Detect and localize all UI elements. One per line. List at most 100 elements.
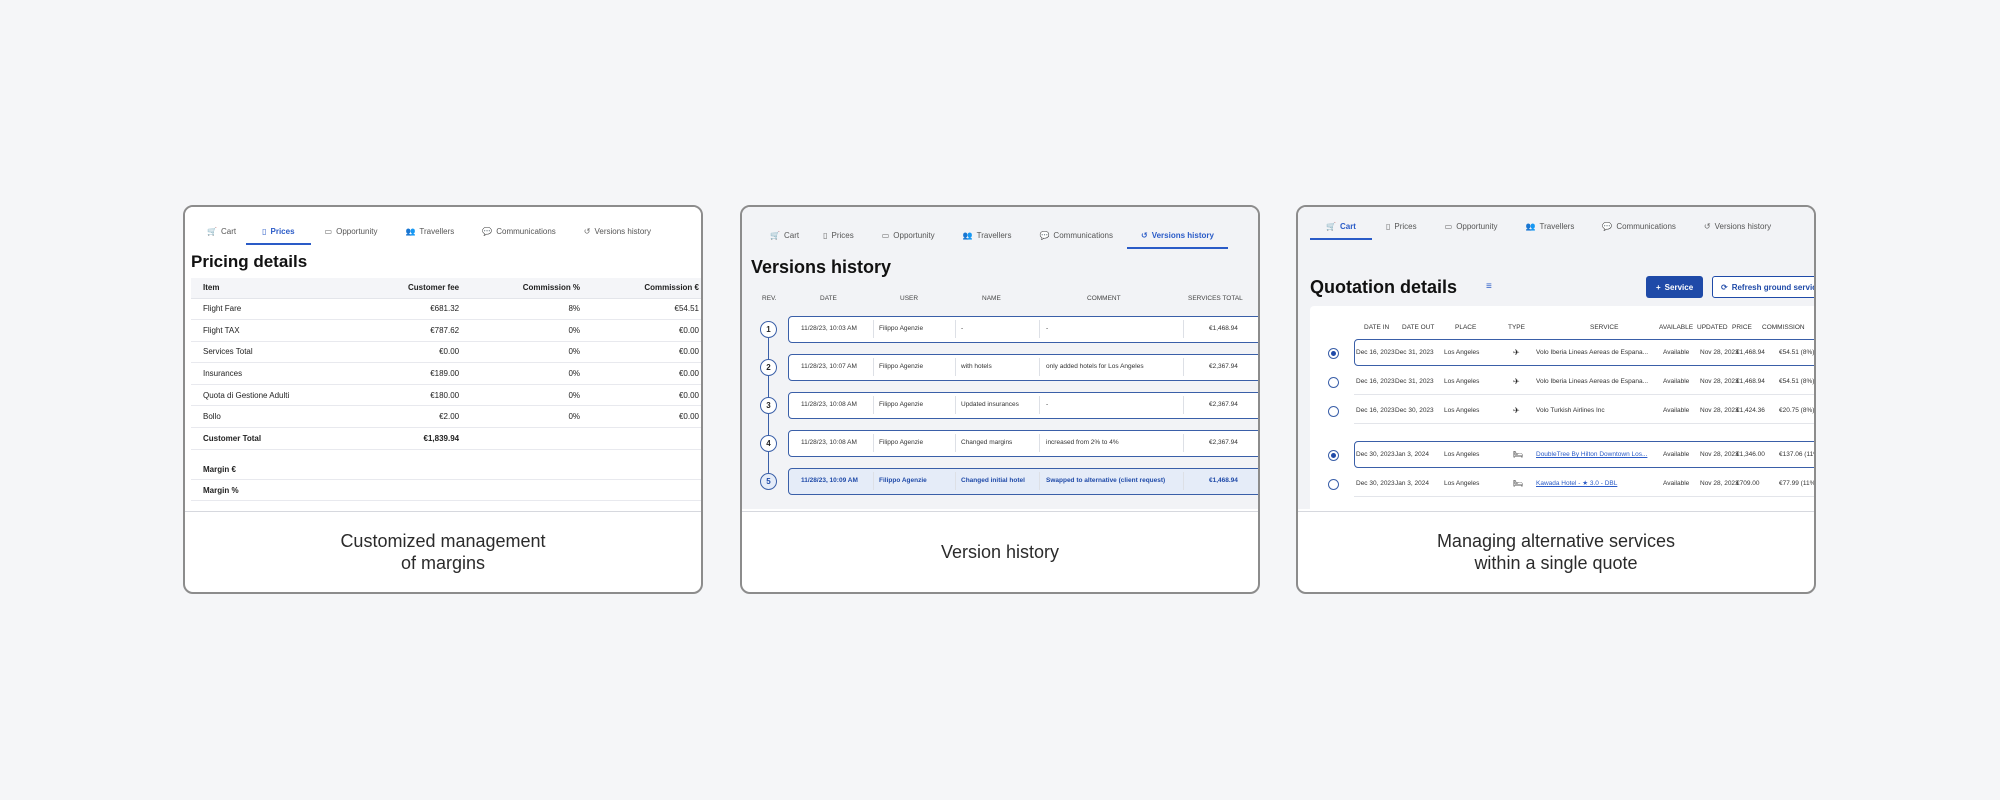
- service-radio[interactable]: [1328, 377, 1339, 388]
- tab-travellers[interactable]: 👥 Travellers: [391, 217, 468, 245]
- column-divider: [1039, 396, 1040, 414]
- service-radio[interactable]: [1328, 406, 1339, 417]
- folder-icon: ▭: [324, 226, 333, 236]
- chat-icon: 💬: [482, 226, 493, 236]
- card-caption: Customized management of margins: [185, 511, 701, 592]
- column-divider: [1183, 358, 1184, 376]
- filter-icon[interactable]: ≡: [1486, 281, 1492, 292]
- tab-opportunity[interactable]: ▭ Opportunity: [868, 221, 949, 249]
- tab-versions-history[interactable]: ↺ Versions history: [570, 217, 665, 245]
- version-row[interactable]: 11/28/23, 10:08 AM Filippo Agenzie Updated…: [788, 392, 1258, 419]
- plus-icon: +: [1656, 282, 1661, 292]
- table-row: Insurances €189.00 0% €0.00: [191, 362, 701, 385]
- pricing-table: Item Customer fee Commission % Commissio…: [191, 278, 701, 450]
- table-row: Services Total €0.00 0% €0.00: [191, 341, 701, 364]
- tab-bar: 🛒 Cart ▯ Prices ▭ Opportunity 👥 Travellers 💬…: [760, 221, 1228, 249]
- card-alternative-services: 🛒 Cart ▯ Prices ▭ Opportunity 👥 Travellers 💬…: [1296, 205, 1816, 594]
- column-divider: [873, 434, 874, 452]
- service-radio[interactable]: [1328, 348, 1339, 359]
- history-icon: ↺: [583, 226, 591, 236]
- version-row[interactable]: 11/28/23, 10:03 AM Filippo Agenzie - - €1,46…: [788, 316, 1258, 343]
- tab-communications[interactable]: 💬 Communications: [1588, 212, 1690, 240]
- folder-icon: ▭: [881, 230, 890, 240]
- tab-communications[interactable]: 💬 Communications: [1025, 221, 1127, 249]
- revision-number: 1: [760, 321, 777, 338]
- bed-icon: 🛏: [1513, 479, 1524, 488]
- tab-bar: 🛒 Cart ▯ Prices ▭ Opportunity 👥 Travellers 💬…: [1310, 212, 1785, 240]
- users-icon: 👥: [405, 226, 416, 236]
- receipt-icon: ▯: [1385, 221, 1391, 231]
- tab-bar: 🛒 Cart ▯ Prices ▭ Opportunity 👥 Travellers 💬…: [197, 217, 665, 245]
- column-divider: [955, 320, 956, 338]
- cart-icon: 🛒: [1326, 221, 1336, 231]
- version-row[interactable]: 11/28/23, 10:08 AM Filippo Agenzie Changed…: [788, 430, 1258, 457]
- quotation-screenshot: 🛒 Cart ▯ Prices ▭ Opportunity 👥 Travellers 💬…: [1298, 207, 1814, 509]
- tab-cart[interactable]: 🛒 Cart: [1310, 212, 1372, 240]
- version-row[interactable]: 11/28/23, 10:07 AM Filippo Agenzie with ho…: [788, 354, 1258, 381]
- receipt-icon: ▯: [262, 226, 267, 236]
- tab-prices[interactable]: ▯ Prices: [809, 221, 868, 249]
- customer-total-row: Customer Total €1,839.94: [191, 427, 701, 450]
- tab-communications[interactable]: 💬 Communications: [468, 217, 570, 245]
- column-divider: [1183, 396, 1184, 414]
- column-divider: [1183, 472, 1184, 490]
- versions-screenshot: 🛒 Cart ▯ Prices ▭ Opportunity 👥 Travellers 💬…: [742, 207, 1258, 509]
- column-divider: [1183, 434, 1184, 452]
- column-divider: [873, 358, 874, 376]
- tab-prices[interactable]: ▯ Prices: [1372, 212, 1431, 240]
- page-title: Quotation details: [1310, 277, 1458, 297]
- users-icon: 👥: [1525, 221, 1536, 231]
- tab-prices[interactable]: ▯ Prices: [246, 217, 311, 245]
- refresh-ground-services-button[interactable]: ⟳Refresh ground services: [1712, 276, 1814, 298]
- pricing-screenshot: 🛒 Cart ▯ Prices ▭ Opportunity 👥 Travellers 💬…: [185, 207, 701, 509]
- column-divider: [955, 358, 956, 376]
- service-link[interactable]: Kawada Hotel - ★ 3.0 - DBL: [1536, 471, 1617, 497]
- card-caption: Version history: [742, 511, 1258, 592]
- column-divider: [873, 396, 874, 414]
- revision-number: 2: [760, 359, 777, 376]
- refresh-icon: ⟳: [1721, 282, 1728, 292]
- plane-icon: ✈: [1513, 406, 1520, 415]
- tab-travellers[interactable]: 👥 Travellers: [949, 221, 1026, 249]
- service-radio[interactable]: [1328, 450, 1339, 461]
- tab-cart[interactable]: 🛒 Cart: [760, 221, 809, 249]
- page-title: Versions history: [751, 257, 892, 277]
- table-header: Item Customer fee Commission % Commissio…: [191, 278, 701, 299]
- column-divider: [1183, 320, 1184, 338]
- chat-icon: 💬: [1039, 230, 1050, 240]
- version-row[interactable]: 11/28/23, 10:09 AM Filippo Agenzie Changed…: [788, 468, 1258, 495]
- page-title: Pricing details: [191, 252, 308, 271]
- table-row: Flight TAX €787.62 0% €0.00: [191, 319, 701, 342]
- bed-icon: 🛏: [1513, 450, 1524, 459]
- card-margins: 🛒 Cart ▯ Prices ▭ Opportunity 👥 Travellers 💬…: [183, 205, 703, 594]
- revision-number: 4: [760, 435, 777, 452]
- tab-cart[interactable]: 🛒 Cart: [197, 217, 246, 245]
- column-divider: [1039, 434, 1040, 452]
- cart-icon: 🛒: [207, 226, 217, 236]
- cart-icon: 🛒: [770, 230, 780, 240]
- service-link[interactable]: DoubleTree By Hilton Downtown Los...: [1536, 442, 1647, 468]
- card-version-history: 🛒 Cart ▯ Prices ▭ Opportunity 👥 Travellers 💬…: [740, 205, 1260, 594]
- column-divider: [1039, 358, 1040, 376]
- tab-opportunity[interactable]: ▭ Opportunity: [1431, 212, 1512, 240]
- receipt-icon: ▯: [823, 230, 828, 240]
- column-divider: [1039, 320, 1040, 338]
- add-service-button[interactable]: + Service: [1646, 276, 1704, 298]
- table-row: Bollo €2.00 0% €0.00: [191, 405, 701, 429]
- plane-icon: ✈: [1513, 348, 1520, 357]
- plane-icon: ✈: [1513, 377, 1520, 386]
- column-divider: [1039, 472, 1040, 490]
- card-caption: Managing alternative services within a s…: [1298, 511, 1814, 592]
- chat-icon: 💬: [1602, 221, 1613, 231]
- column-divider: [873, 472, 874, 490]
- folder-icon: ▭: [1444, 221, 1453, 231]
- tab-versions-history[interactable]: ↺ Versions history: [1127, 221, 1228, 249]
- history-icon: ↺: [1703, 221, 1711, 231]
- tab-opportunity[interactable]: ▭ Opportunity: [311, 217, 392, 245]
- tab-travellers[interactable]: 👥 Travellers: [1512, 212, 1589, 240]
- tab-versions-history[interactable]: ↺ Versions history: [1690, 212, 1785, 240]
- margin-pct-row: Margin %: [191, 480, 701, 501]
- revision-number: 5: [760, 473, 777, 490]
- users-icon: 👥: [962, 230, 973, 240]
- service-radio[interactable]: [1328, 479, 1339, 490]
